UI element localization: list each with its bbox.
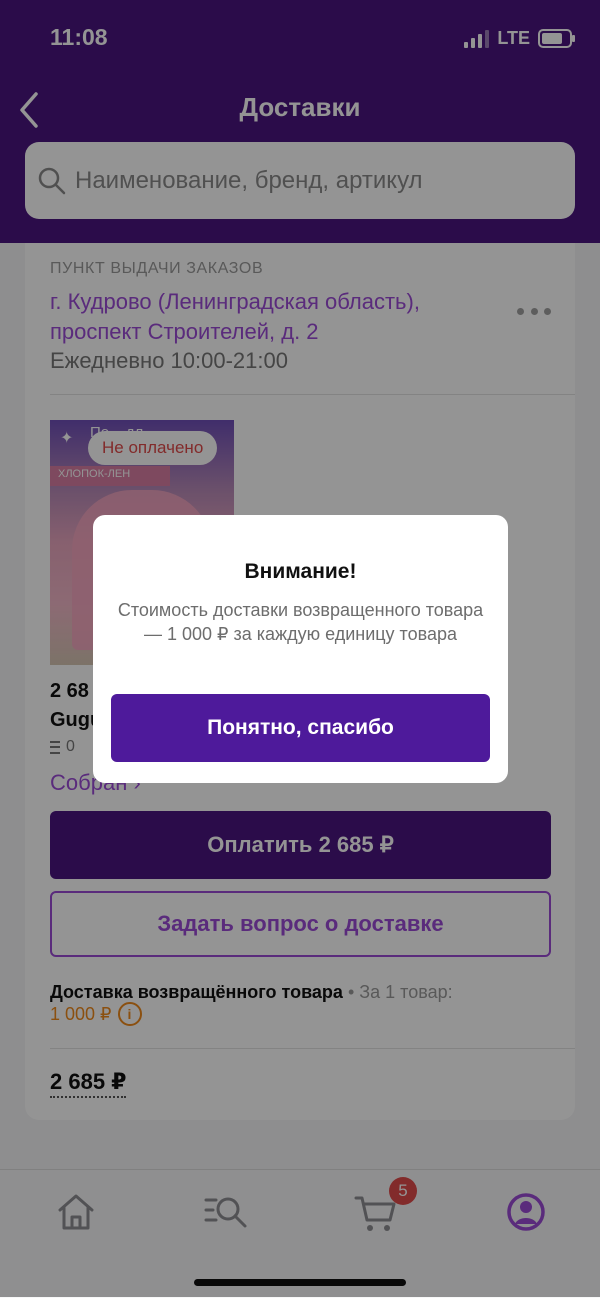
dialog-message: Стоимость доставки возвращенного товара …: [117, 600, 484, 644]
dialog-title: Внимание!: [244, 560, 357, 583]
attention-dialog: Внимание! Стоимость доставки возвращенно…: [93, 515, 508, 783]
dialog-confirm-button[interactable]: Понятно, спасибо: [111, 694, 490, 762]
